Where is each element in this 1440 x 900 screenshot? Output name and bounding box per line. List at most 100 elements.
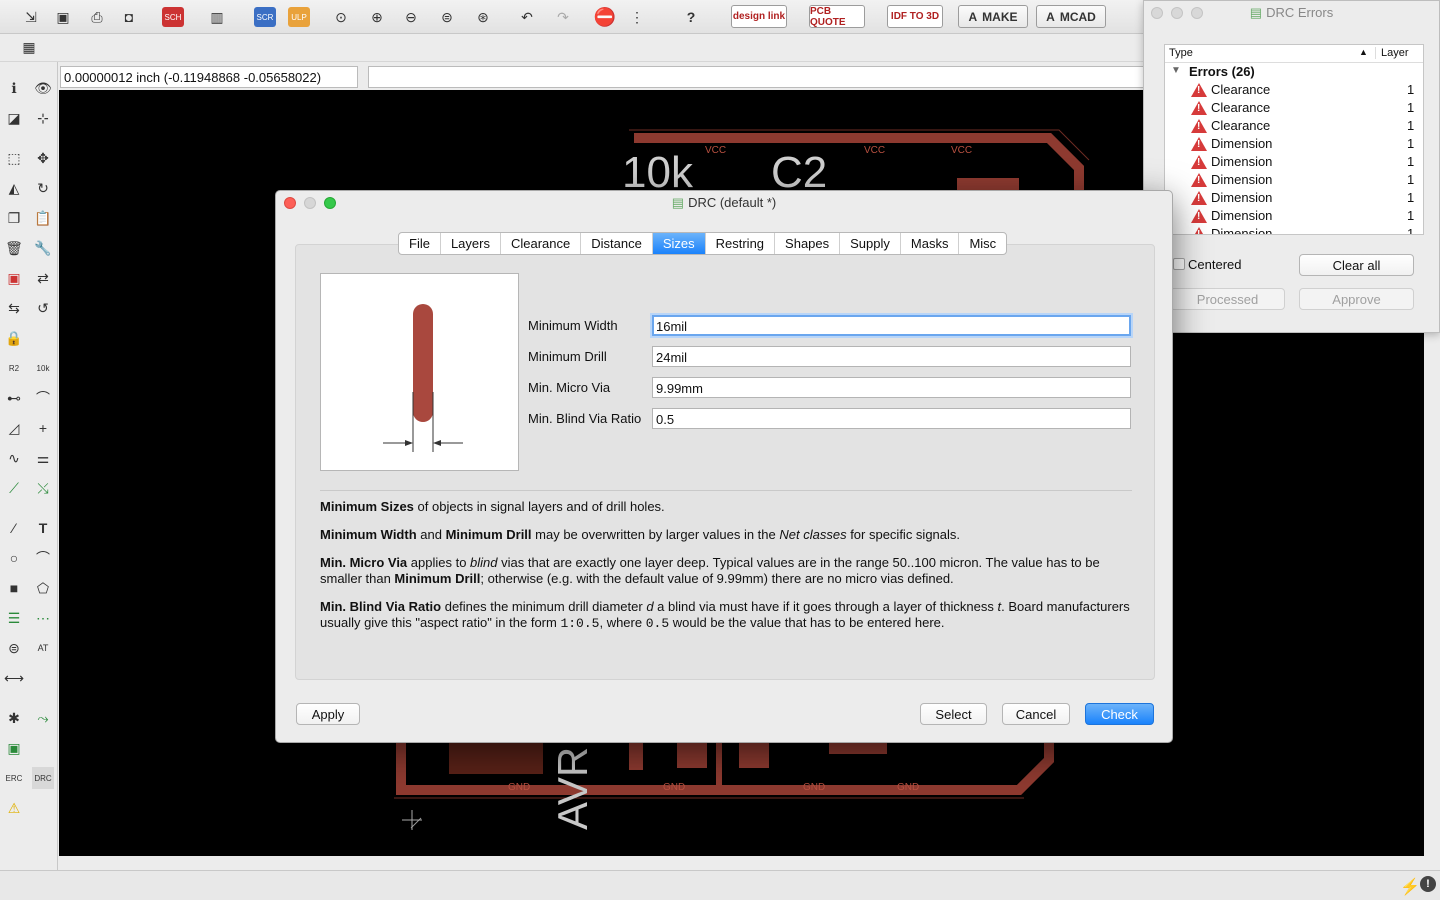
zoom-fit-icon[interactable]: ⊙ (330, 7, 352, 27)
value-icon[interactable]: 10k (32, 357, 54, 379)
error-group[interactable]: ▼ Errors (26) (1165, 63, 1423, 81)
delete-icon[interactable]: 🗑 (3, 237, 25, 259)
print-icon[interactable]: ⎙ (86, 7, 108, 27)
lock-icon[interactable]: 🔒 (3, 327, 25, 349)
schematic-icon[interactable]: SCH (162, 7, 184, 27)
paste-icon[interactable]: 📋 (32, 207, 54, 229)
tab-restring[interactable]: Restring (706, 233, 776, 254)
autorouter-icon[interactable]: ⤳ (32, 707, 54, 729)
min-blind-via-ratio-input[interactable]: 0.5 (652, 408, 1131, 429)
error-row[interactable]: Clearance 1 (1165, 117, 1423, 135)
make-button[interactable]: A MAKE (958, 5, 1028, 28)
clear-all-button[interactable]: Clear all (1299, 254, 1414, 276)
zoom-out-icon[interactable]: ⊖ (400, 7, 422, 27)
show-icon[interactable]: 👁 (32, 77, 54, 99)
layer-column-header[interactable]: Layer (1375, 47, 1409, 59)
minimum-width-input[interactable]: 16mil (652, 315, 1131, 336)
zoom-in-icon[interactable]: ⊕ (366, 7, 388, 27)
help-icon[interactable]: ? (680, 7, 702, 27)
command-line-input[interactable] (368, 66, 1144, 88)
circle-icon[interactable]: ○ (3, 547, 25, 569)
ripup-icon[interactable]: ⤯ (32, 477, 54, 499)
error-row[interactable]: Dimension 1 (1165, 189, 1423, 207)
error-row[interactable]: Dimension 1 (1165, 171, 1423, 189)
centered-checkbox[interactable] (1173, 258, 1185, 270)
mirror-icon[interactable]: ◭ (3, 177, 25, 199)
optimize-icon[interactable]: + (32, 417, 54, 439)
error-list[interactable]: Type ▲ Layer ▼ Errors (26) Clearance1Cle… (1164, 44, 1424, 235)
tab-sizes[interactable]: Sizes (652, 233, 706, 254)
min-micro-via-input[interactable]: 9.99mm (652, 377, 1131, 398)
miter-icon[interactable]: ⌒ (32, 387, 54, 409)
check-button[interactable]: Check (1085, 703, 1154, 725)
error-row[interactable]: Clearance 1 (1165, 99, 1423, 117)
tab-shapes[interactable]: Shapes (775, 233, 841, 254)
display-icon[interactable]: ◪ (3, 107, 25, 129)
move-icon[interactable]: ✥ (32, 147, 54, 169)
error-row[interactable]: Dimension 1 (1165, 135, 1423, 153)
wrench-icon[interactable]: 🔧 (32, 237, 54, 259)
processed-button[interactable]: Processed (1170, 288, 1285, 310)
tab-supply[interactable]: Supply (840, 233, 901, 254)
drc-icon[interactable]: DRC (32, 767, 54, 789)
save-icon[interactable]: ▣ (52, 7, 74, 27)
select-button[interactable]: Select (920, 703, 987, 725)
errors-icon[interactable]: ⚠ (3, 797, 25, 819)
wire-icon[interactable]: ⁄ (3, 517, 25, 539)
swap-icon[interactable]: ⇆ (3, 297, 25, 319)
align-icon[interactable]: ⚌ (32, 447, 54, 469)
hole-icon[interactable]: ⊜ (3, 637, 25, 659)
rotate-icon[interactable]: ↻ (32, 177, 54, 199)
ratsnest-icon[interactable]: ✱ (3, 707, 25, 729)
meander-icon[interactable]: ∿ (3, 447, 25, 469)
erc-icon[interactable]: ERC (3, 767, 25, 789)
cancel-button[interactable]: Cancel (1002, 703, 1070, 725)
minimum-drill-input[interactable]: 24mil (652, 346, 1131, 367)
info-icon[interactable]: ℹ (3, 77, 25, 99)
signal-icon[interactable]: ⋯ (32, 607, 54, 629)
grid-icon[interactable]: ▦ (18, 37, 40, 57)
rect-icon[interactable]: ■ (3, 577, 25, 599)
change-icon[interactable]: ↺ (32, 297, 54, 319)
design-link-button[interactable]: design link (731, 5, 787, 28)
error-row[interactable]: Dimension 1 (1165, 225, 1423, 234)
idf-to-3d-button[interactable]: IDF TO 3D (887, 5, 943, 28)
cam-icon[interactable]: ◘ (118, 7, 140, 27)
stop-icon[interactable]: ⛔ (594, 7, 616, 27)
board-icon[interactable]: ▣ (3, 737, 25, 759)
zoom-last-icon[interactable]: ⊛ (472, 7, 494, 27)
library-icon[interactable]: ▥ (206, 7, 228, 27)
polygon-icon[interactable]: ⬠ (32, 577, 54, 599)
open-icon[interactable]: ⇲ (20, 7, 42, 27)
zoom-select-icon[interactable]: ⊜ (436, 7, 458, 27)
redo-icon[interactable]: ↷ (552, 7, 574, 27)
ulp-icon[interactable]: ULP (288, 7, 310, 27)
error-row[interactable]: Clearance 1 (1165, 81, 1423, 99)
replace-icon[interactable]: ⇄ (32, 267, 54, 289)
tab-masks[interactable]: Masks (901, 233, 960, 254)
split-icon[interactable]: ◿ (3, 417, 25, 439)
arc-icon[interactable]: ⌒ (32, 547, 54, 569)
more-icon[interactable]: ⋮ (626, 7, 648, 27)
copy-icon[interactable]: ❐ (3, 207, 25, 229)
route-icon[interactable]: ⟋ (3, 477, 25, 499)
tab-layers[interactable]: Layers (441, 233, 501, 254)
type-column-header[interactable]: Type (1169, 47, 1193, 59)
text-icon[interactable]: T (32, 517, 54, 539)
approve-button[interactable]: Approve (1299, 288, 1414, 310)
apply-button[interactable]: Apply (296, 703, 360, 725)
name-icon[interactable]: R2 (3, 357, 25, 379)
tab-file[interactable]: File (399, 233, 441, 254)
error-row[interactable]: Dimension 1 (1165, 153, 1423, 171)
dimension-icon[interactable]: ⟷ (3, 667, 25, 689)
via-icon[interactable]: ☰ (3, 607, 25, 629)
select-icon[interactable]: ⬚ (3, 147, 25, 169)
tab-distance[interactable]: Distance (581, 233, 653, 254)
smash-icon[interactable]: ⊷ (3, 387, 25, 409)
alert-icon[interactable]: ! (1420, 876, 1436, 892)
undo-icon[interactable]: ↶ (516, 7, 538, 27)
error-row[interactable]: Dimension 1 (1165, 207, 1423, 225)
tab-misc[interactable]: Misc (959, 233, 1006, 254)
tab-clearance[interactable]: Clearance (501, 233, 582, 254)
attribute-icon[interactable]: AT (32, 637, 54, 659)
